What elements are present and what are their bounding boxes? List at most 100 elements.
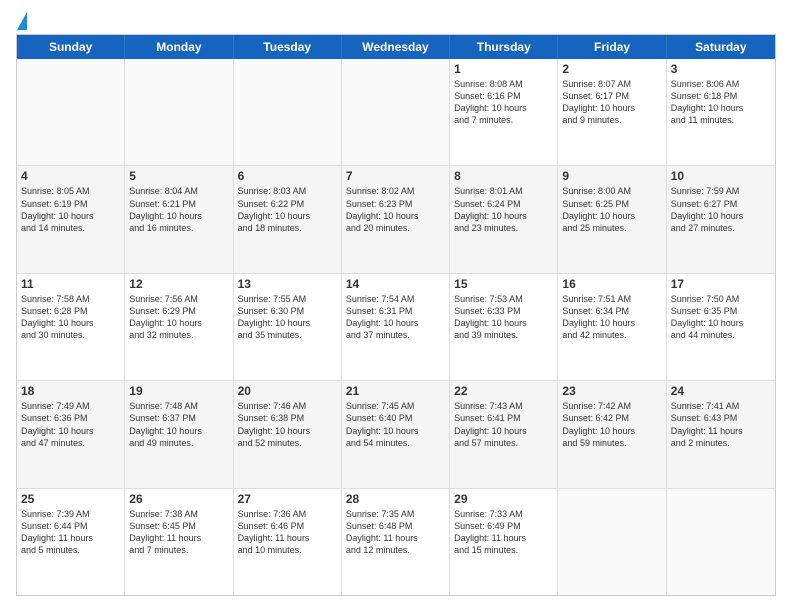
calendar-row-3: 18Sunrise: 7:49 AM Sunset: 6:36 PM Dayli…: [17, 381, 775, 488]
calendar-row-2: 11 Sunrise: 7:58 AM Sunset: 6:28 PM Dayli…: [17, 274, 775, 381]
page: SundayMondayTuesdayWednesdayThursdayFrid…: [0, 0, 792, 612]
day-info: Sunrise: 8:05 AM Sunset: 6:19 PM Dayligh…: [21, 185, 120, 234]
day-number: 12: [129, 277, 228, 291]
day-info: Sunrise: 7:43 AM Sunset: 6:41 PM Dayligh…: [454, 400, 553, 449]
day-number: 26: [129, 492, 228, 506]
day-info: Sunrise: 7:35 AM Sunset: 6:48 PM Dayligh…: [346, 508, 445, 557]
day-cell-11: 11 Sunrise: 7:58 AM Sunset: 6:28 PM Dayli…: [17, 274, 125, 380]
day-info: Sunrise: 7:42 AM Sunset: 6:42 PM Dayligh…: [562, 400, 661, 449]
day-cell-26: 26Sunrise: 7:38 AM Sunset: 6:45 PM Dayli…: [125, 489, 233, 595]
day-info: Sunrise: 7:36 AM Sunset: 6:46 PM Dayligh…: [238, 508, 337, 557]
day-cell-16: 16 Sunrise: 7:51 AM Sunset: 6:34 PM Dayli…: [558, 274, 666, 380]
day-number: 11: [21, 277, 120, 291]
day-cell-2: 2Sunrise: 8:07 AM Sunset: 6:17 PM Daylig…: [558, 59, 666, 165]
day-cell-25: 25 Sunrise: 7:39 AM Sunset: 6:44 PM Dayli…: [17, 489, 125, 595]
day-info: Sunrise: 7:49 AM Sunset: 6:36 PM Dayligh…: [21, 400, 120, 449]
day-info: Sunrise: 8:00 AM Sunset: 6:25 PM Dayligh…: [562, 185, 661, 234]
day-info: Sunrise: 7:56 AM Sunset: 6:29 PM Dayligh…: [129, 293, 228, 342]
day-cell-19: 19 Sunrise: 7:48 AM Sunset: 6:37 PM Dayli…: [125, 381, 233, 487]
day-number: 9: [562, 169, 661, 183]
day-number: 22: [454, 384, 553, 398]
calendar-header: SundayMondayTuesdayWednesdayThursdayFrid…: [17, 35, 775, 59]
header-cell-tuesday: Tuesday: [234, 35, 342, 59]
day-cell-10: 10 Sunrise: 7:59 AM Sunset: 6:27 PM Dayli…: [667, 166, 775, 272]
day-number: 1: [454, 62, 553, 76]
header: [16, 16, 776, 26]
day-cell-22: 22 Sunrise: 7:43 AM Sunset: 6:41 PM Dayli…: [450, 381, 558, 487]
header-cell-monday: Monday: [125, 35, 233, 59]
day-info: Sunrise: 8:08 AM Sunset: 6:16 PM Dayligh…: [454, 78, 553, 127]
day-number: 29: [454, 492, 553, 506]
header-cell-wednesday: Wednesday: [342, 35, 450, 59]
day-number: 4: [21, 169, 120, 183]
day-info: Sunrise: 8:04 AM Sunset: 6:21 PM Dayligh…: [129, 185, 228, 234]
day-cell-6: 6 Sunrise: 8:03 AM Sunset: 6:22 PM Daylig…: [234, 166, 342, 272]
day-info: Sunrise: 7:55 AM Sunset: 6:30 PM Dayligh…: [238, 293, 337, 342]
day-number: 21: [346, 384, 445, 398]
calendar-body: 1 Sunrise: 8:08 AM Sunset: 6:16 PM Daylig…: [17, 59, 775, 595]
logo: [16, 16, 27, 26]
empty-cell: [17, 59, 125, 165]
day-cell-5: 5 Sunrise: 8:04 AM Sunset: 6:21 PM Daylig…: [125, 166, 233, 272]
day-number: 16: [562, 277, 661, 291]
day-cell-18: 18Sunrise: 7:49 AM Sunset: 6:36 PM Dayli…: [17, 381, 125, 487]
day-number: 20: [238, 384, 337, 398]
day-cell-9: 9 Sunrise: 8:00 AM Sunset: 6:25 PM Daylig…: [558, 166, 666, 272]
day-cell-15: 15 Sunrise: 7:53 AM Sunset: 6:33 PM Dayli…: [450, 274, 558, 380]
day-cell-14: 14Sunrise: 7:54 AM Sunset: 6:31 PM Dayli…: [342, 274, 450, 380]
empty-cell: [667, 489, 775, 595]
day-cell-17: 17Sunrise: 7:50 AM Sunset: 6:35 PM Dayli…: [667, 274, 775, 380]
day-info: Sunrise: 7:51 AM Sunset: 6:34 PM Dayligh…: [562, 293, 661, 342]
calendar-row-4: 25 Sunrise: 7:39 AM Sunset: 6:44 PM Dayli…: [17, 489, 775, 595]
day-info: Sunrise: 7:46 AM Sunset: 6:38 PM Dayligh…: [238, 400, 337, 449]
day-number: 28: [346, 492, 445, 506]
day-info: Sunrise: 7:33 AM Sunset: 6:49 PM Dayligh…: [454, 508, 553, 557]
header-cell-friday: Friday: [558, 35, 666, 59]
day-info: Sunrise: 7:54 AM Sunset: 6:31 PM Dayligh…: [346, 293, 445, 342]
day-cell-21: 21 Sunrise: 7:45 AM Sunset: 6:40 PM Dayli…: [342, 381, 450, 487]
day-number: 19: [129, 384, 228, 398]
logo-triangle-icon: [17, 12, 27, 30]
empty-cell: [125, 59, 233, 165]
day-number: 23: [562, 384, 661, 398]
day-info: Sunrise: 7:41 AM Sunset: 6:43 PM Dayligh…: [671, 400, 771, 449]
day-cell-23: 23 Sunrise: 7:42 AM Sunset: 6:42 PM Dayli…: [558, 381, 666, 487]
header-cell-sunday: Sunday: [17, 35, 125, 59]
day-number: 5: [129, 169, 228, 183]
day-number: 25: [21, 492, 120, 506]
day-number: 6: [238, 169, 337, 183]
day-info: Sunrise: 8:03 AM Sunset: 6:22 PM Dayligh…: [238, 185, 337, 234]
day-number: 7: [346, 169, 445, 183]
day-number: 13: [238, 277, 337, 291]
header-cell-thursday: Thursday: [450, 35, 558, 59]
day-cell-3: 3Sunrise: 8:06 AM Sunset: 6:18 PM Daylig…: [667, 59, 775, 165]
day-info: Sunrise: 7:59 AM Sunset: 6:27 PM Dayligh…: [671, 185, 771, 234]
day-number: 15: [454, 277, 553, 291]
day-info: Sunrise: 7:45 AM Sunset: 6:40 PM Dayligh…: [346, 400, 445, 449]
day-cell-20: 20 Sunrise: 7:46 AM Sunset: 6:38 PM Dayli…: [234, 381, 342, 487]
calendar: SundayMondayTuesdayWednesdayThursdayFrid…: [16, 34, 776, 596]
day-cell-7: 7 Sunrise: 8:02 AM Sunset: 6:23 PM Daylig…: [342, 166, 450, 272]
day-cell-29: 29 Sunrise: 7:33 AM Sunset: 6:49 PM Dayli…: [450, 489, 558, 595]
day-number: 27: [238, 492, 337, 506]
day-info: Sunrise: 8:02 AM Sunset: 6:23 PM Dayligh…: [346, 185, 445, 234]
day-info: Sunrise: 7:58 AM Sunset: 6:28 PM Dayligh…: [21, 293, 120, 342]
day-info: Sunrise: 8:07 AM Sunset: 6:17 PM Dayligh…: [562, 78, 661, 127]
day-info: Sunrise: 7:53 AM Sunset: 6:33 PM Dayligh…: [454, 293, 553, 342]
day-cell-27: 27 Sunrise: 7:36 AM Sunset: 6:46 PM Dayli…: [234, 489, 342, 595]
day-cell-28: 28 Sunrise: 7:35 AM Sunset: 6:48 PM Dayli…: [342, 489, 450, 595]
day-info: Sunrise: 7:50 AM Sunset: 6:35 PM Dayligh…: [671, 293, 771, 342]
header-cell-saturday: Saturday: [667, 35, 775, 59]
day-cell-8: 8Sunrise: 8:01 AM Sunset: 6:24 PM Daylig…: [450, 166, 558, 272]
day-cell-1: 1 Sunrise: 8:08 AM Sunset: 6:16 PM Daylig…: [450, 59, 558, 165]
calendar-row-0: 1 Sunrise: 8:08 AM Sunset: 6:16 PM Daylig…: [17, 59, 775, 166]
day-cell-12: 12 Sunrise: 7:56 AM Sunset: 6:29 PM Dayli…: [125, 274, 233, 380]
day-number: 10: [671, 169, 771, 183]
day-number: 24: [671, 384, 771, 398]
day-number: 8: [454, 169, 553, 183]
calendar-row-1: 4 Sunrise: 8:05 AM Sunset: 6:19 PM Daylig…: [17, 166, 775, 273]
day-cell-24: 24 Sunrise: 7:41 AM Sunset: 6:43 PM Dayli…: [667, 381, 775, 487]
day-info: Sunrise: 7:48 AM Sunset: 6:37 PM Dayligh…: [129, 400, 228, 449]
day-info: Sunrise: 8:06 AM Sunset: 6:18 PM Dayligh…: [671, 78, 771, 127]
day-info: Sunrise: 7:39 AM Sunset: 6:44 PM Dayligh…: [21, 508, 120, 557]
